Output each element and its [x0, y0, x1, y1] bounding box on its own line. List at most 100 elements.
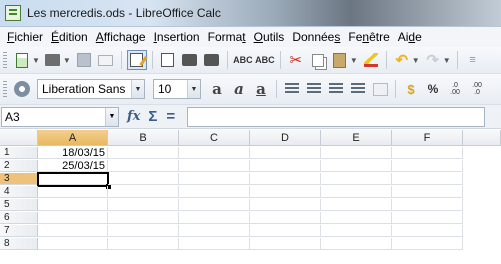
cell-d1[interactable]: [250, 147, 321, 159]
cell-c8[interactable]: [179, 238, 250, 250]
undo-dropdown-arrow-icon[interactable]: ▼: [412, 56, 420, 65]
menu-donnees[interactable]: Données: [288, 30, 344, 44]
font-name-value[interactable]: Liberation Sans: [38, 82, 131, 96]
cell-a2[interactable]: 25/03/15: [38, 160, 108, 172]
font-name-combo[interactable]: Liberation Sans ▼: [37, 79, 145, 99]
print-button[interactable]: [180, 50, 200, 70]
bold-button[interactable]: a: [207, 79, 227, 99]
justify-button[interactable]: [348, 79, 368, 99]
cell-e4[interactable]: [321, 186, 392, 198]
cell-e5[interactable]: [321, 199, 392, 211]
cell-a5[interactable]: [38, 199, 108, 211]
cell-f1[interactable]: [392, 147, 463, 159]
font-size-combo[interactable]: 10 ▼: [153, 79, 201, 99]
cell-f4[interactable]: [392, 186, 463, 198]
cell-f5[interactable]: [392, 199, 463, 211]
column-header-f[interactable]: F: [392, 130, 463, 146]
cell-e1[interactable]: [321, 147, 392, 159]
cell-e8[interactable]: [321, 238, 392, 250]
chevron-down-icon[interactable]: ▼: [187, 80, 200, 98]
row-header-1[interactable]: 1: [0, 147, 38, 159]
formula-input[interactable]: [187, 106, 486, 127]
align-right-button[interactable]: [326, 79, 346, 99]
cell-a8[interactable]: [38, 238, 108, 250]
chevron-down-icon[interactable]: ▼: [131, 80, 144, 98]
cell-d8[interactable]: [250, 238, 321, 250]
cell-e3[interactable]: [321, 173, 392, 185]
sidebar-toggle-button[interactable]: [12, 79, 32, 99]
redo-dropdown-arrow-icon[interactable]: ▼: [443, 56, 451, 65]
menu-outils[interactable]: Outils: [250, 30, 289, 44]
formula-icon[interactable]: =: [166, 108, 175, 125]
clone-formatting-button[interactable]: [361, 50, 381, 70]
cell-f6[interactable]: [392, 212, 463, 224]
cell-a7[interactable]: [38, 225, 108, 237]
cell-c5[interactable]: [179, 199, 250, 211]
cell-b1[interactable]: [108, 147, 179, 159]
paste-button[interactable]: [330, 50, 350, 70]
name-box[interactable]: A3 ▼: [1, 106, 119, 127]
new-dropdown-arrow-icon[interactable]: ▼: [32, 56, 40, 65]
toolbar-grip[interactable]: [3, 52, 7, 68]
cut-button[interactable]: ✂: [286, 50, 306, 70]
row-header-3[interactable]: 3: [0, 173, 38, 185]
spelling-button[interactable]: ABC: [233, 50, 253, 70]
column-header-b[interactable]: B: [108, 130, 179, 146]
cell-c7[interactable]: [179, 225, 250, 237]
cell-f3[interactable]: [392, 173, 463, 185]
row-header-4[interactable]: 4: [0, 186, 38, 198]
select-all-corner[interactable]: [0, 130, 38, 146]
cell-b3[interactable]: [108, 173, 179, 185]
toolbar-grip[interactable]: [3, 81, 7, 97]
cell-d4[interactable]: [250, 186, 321, 198]
undo-button[interactable]: ↶: [392, 50, 412, 70]
print-preview-button[interactable]: [202, 50, 222, 70]
cell-f2[interactable]: [392, 160, 463, 172]
row-header-8[interactable]: 8: [0, 238, 38, 250]
align-left-button[interactable]: [282, 79, 302, 99]
cell-b5[interactable]: [108, 199, 179, 211]
cell-d2[interactable]: [250, 160, 321, 172]
cell-e2[interactable]: [321, 160, 392, 172]
row-header-5[interactable]: 5: [0, 199, 38, 211]
cell-b6[interactable]: [108, 212, 179, 224]
align-center-button[interactable]: [304, 79, 324, 99]
add-decimal-button[interactable]: .0.00: [445, 79, 465, 99]
chevron-down-icon[interactable]: ▼: [105, 107, 118, 126]
cell-d3[interactable]: [250, 173, 321, 185]
menu-insertion[interactable]: Insertion: [150, 30, 204, 44]
cell-d5[interactable]: [250, 199, 321, 211]
cell-f7[interactable]: [392, 225, 463, 237]
row-header-6[interactable]: 6: [0, 212, 38, 224]
cell-b2[interactable]: [108, 160, 179, 172]
cell-a6[interactable]: [38, 212, 108, 224]
column-header-a[interactable]: A: [38, 130, 108, 146]
save-button[interactable]: [74, 50, 94, 70]
menu-edition[interactable]: Édition: [47, 30, 92, 44]
italic-button[interactable]: a: [229, 79, 249, 99]
cell-c3[interactable]: [179, 173, 250, 185]
column-header-d[interactable]: D: [250, 130, 321, 146]
cell-d6[interactable]: [250, 212, 321, 224]
cell-a4[interactable]: [38, 186, 108, 198]
menu-format[interactable]: Format: [204, 30, 250, 44]
column-header-c[interactable]: C: [179, 130, 250, 146]
menu-affichage[interactable]: Affichage: [92, 30, 150, 44]
underline-button[interactable]: a: [251, 79, 271, 99]
row-header-7[interactable]: 7: [0, 225, 38, 237]
sum-icon[interactable]: Σ: [148, 108, 157, 125]
find-replace-button[interactable]: ≡: [463, 50, 483, 70]
cell-b4[interactable]: [108, 186, 179, 198]
cell-e6[interactable]: [321, 212, 392, 224]
cell-a1[interactable]: 18/03/15: [38, 147, 108, 159]
function-wizard-icon[interactable]: fx: [127, 109, 140, 124]
cell-c6[interactable]: [179, 212, 250, 224]
new-spreadsheet-button[interactable]: [12, 50, 32, 70]
export-pdf-button[interactable]: [158, 50, 178, 70]
cell-f8[interactable]: [392, 238, 463, 250]
cell-b8[interactable]: [108, 238, 179, 250]
menu-fenetre[interactable]: Fenêtre: [344, 30, 393, 44]
paste-dropdown-arrow-icon[interactable]: ▼: [350, 56, 358, 65]
redo-button[interactable]: ↷: [423, 50, 443, 70]
column-header-e[interactable]: E: [321, 130, 392, 146]
